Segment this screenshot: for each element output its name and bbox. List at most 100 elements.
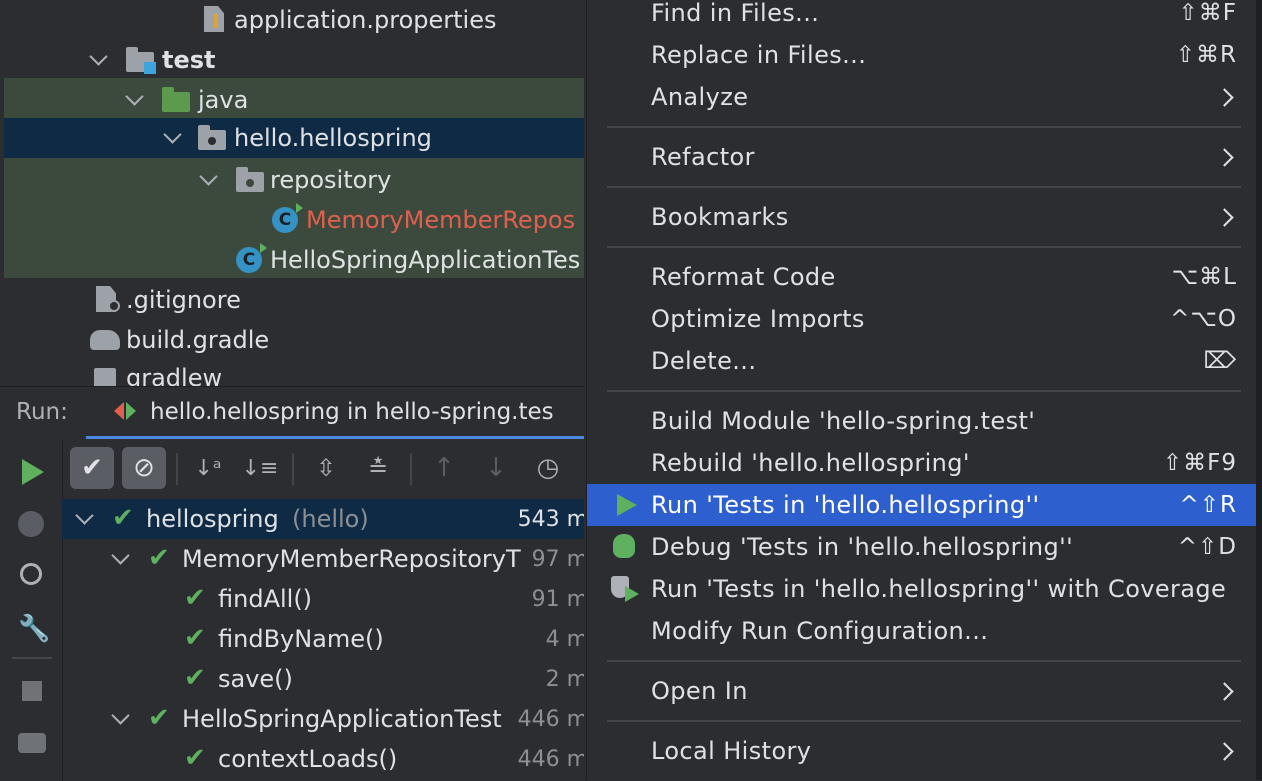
menu-item-label: Analyze	[651, 83, 749, 111]
menu-item-label: Build Module 'hello-spring.test'	[651, 407, 1036, 435]
sort-alpha-icon[interactable]: ↓ᵃ	[186, 447, 230, 489]
menu-item-bookmarks[interactable]: Bookmarks	[587, 196, 1257, 238]
properties-chart-icon	[214, 14, 218, 28]
menu-item-run-tests[interactable]: Run 'Tests in 'hello.hellospring'' ^⇧R	[587, 484, 1257, 526]
chevron-down-icon	[111, 546, 130, 565]
menu-separator	[607, 186, 1241, 188]
test-results-tree: ✔ hellospring (hello) 543 m ✔ MemoryMemb…	[0, 497, 584, 781]
tree-item-label: test	[162, 46, 216, 74]
menu-separator	[607, 720, 1241, 722]
menu-separator	[607, 126, 1241, 128]
test-tree-toolbar: ✔ ⊘ ↓ᵃ ↓≡ ⇳ ≛ ↑ ↓ ◷	[62, 439, 584, 497]
show-ignored-button[interactable]: ⊘	[122, 447, 166, 489]
tree-item-label: MemoryMemberRepos	[306, 206, 576, 234]
tree-item-repository[interactable]: repository	[4, 160, 584, 200]
previous-failed-icon[interactable]: ↑	[422, 447, 466, 489]
menu-item-local-history[interactable]: Local History	[587, 730, 1257, 772]
menu-item-modify-run-configuration[interactable]: Modify Run Configuration...	[587, 610, 1257, 652]
test-history-icon[interactable]: ◷	[526, 447, 570, 489]
tree-item-label: build.gradle	[126, 326, 270, 354]
chevron-down-icon	[89, 47, 108, 66]
expand-all-icon[interactable]: ⇳	[304, 447, 348, 489]
menu-item-label: Run 'Tests in 'hello.hellospring''	[651, 491, 1040, 519]
menu-item-reformat-code[interactable]: Reformat Code ⌥⌘L	[587, 256, 1257, 298]
menu-separator	[607, 660, 1241, 662]
package-dot-icon	[208, 137, 216, 145]
sort-duration-icon[interactable]: ↓≡	[238, 447, 282, 489]
menu-item-rebuild[interactable]: Rebuild 'hello.hellospring' ⇧⌘F9	[587, 442, 1257, 484]
run-tab[interactable]: hello.hellospring in hello-spring.tes	[86, 387, 584, 439]
menu-item-replace-in-files[interactable]: Replace in Files... ⇧⌘R	[587, 34, 1257, 76]
collapse-all-icon[interactable]: ≛	[356, 447, 400, 489]
menu-item-label: Debug 'Tests in 'hello.hellospring''	[651, 533, 1074, 561]
test-passed-icon: ✔	[112, 503, 134, 533]
menu-item-debug-tests[interactable]: Debug 'Tests in 'hello.hellospring'' ^⇧D	[587, 526, 1257, 568]
submenu-arrow-icon	[1215, 87, 1234, 107]
context-menu: Find in Files... ⇧⌘F Replace in Files...…	[586, 0, 1257, 780]
test-row-hello-spring-application-test[interactable]: ✔ HelloSpringApplicationTest 446 m	[62, 699, 584, 739]
chevron-down-icon	[125, 87, 144, 106]
test-name: HelloSpringApplicationTest	[182, 705, 502, 733]
test-passed-icon: ✔	[148, 543, 170, 573]
test-passed-icon: ✔	[184, 623, 206, 653]
gradle-elephant-icon	[90, 330, 120, 350]
editor-gutter-strip	[1256, 0, 1262, 780]
tree-item-application-properties[interactable]: application.properties	[4, 0, 584, 40]
rerun-icon[interactable]	[22, 459, 44, 485]
menu-item-label: Find in Files...	[651, 0, 820, 27]
tree-item-memory-member-repository-test[interactable]: C MemoryMemberRepos	[4, 200, 584, 240]
tree-item-label: .gitignore	[126, 286, 241, 314]
menu-item-run-with-coverage[interactable]: Run 'Tests in 'hello.hellospring'' with …	[587, 568, 1257, 610]
menu-item-label: Delete...	[651, 347, 757, 375]
test-duration: 2 m	[545, 666, 584, 692]
tree-item-hello-hellospring[interactable]: hello.hellospring	[4, 118, 584, 158]
next-failed-icon[interactable]: ↓	[474, 447, 518, 489]
toolbar-divider	[292, 453, 294, 485]
test-row-context-loads[interactable]: ✔ contextLoads() 446 m	[62, 739, 584, 779]
submenu-arrow-icon	[1215, 681, 1234, 701]
menu-item-label: Rebuild 'hello.hellospring'	[651, 449, 970, 477]
menu-separator	[607, 246, 1241, 248]
test-row-save[interactable]: ✔ save() 2 m	[62, 659, 584, 699]
test-passed-icon: ✔	[184, 663, 206, 693]
coverage-run-icon	[625, 586, 639, 602]
menu-item-delete[interactable]: Delete... ⌦	[587, 340, 1257, 382]
tree-item-label: HelloSpringApplicationTes	[270, 246, 581, 274]
tree-item-hello-spring-application-test[interactable]: C HelloSpringApplicationTes	[4, 240, 584, 280]
run-label: Run:	[16, 399, 68, 425]
menu-item-label: Reformat Code	[651, 263, 836, 291]
tree-item-test[interactable]: test	[4, 40, 584, 80]
test-row-hellospring[interactable]: ✔ hellospring (hello) 543 m	[62, 499, 584, 539]
menu-item-label: Optimize Imports	[651, 305, 865, 333]
tree-item-gradlew[interactable]: gradlew	[4, 360, 584, 386]
show-passed-button[interactable]: ✔	[70, 447, 114, 489]
menu-item-shortcut: ^⇧D	[1177, 534, 1237, 560]
menu-item-find-in-files[interactable]: Find in Files... ⇧⌘F	[587, 0, 1257, 34]
test-passed-icon: ✔	[184, 583, 206, 613]
test-suffix: (hello)	[292, 505, 369, 533]
submenu-arrow-icon	[1215, 207, 1234, 227]
menu-item-shortcut: ^⌥O	[1170, 306, 1237, 332]
menu-item-label: Refactor	[651, 143, 755, 171]
run-icon	[617, 494, 637, 516]
tree-item-java[interactable]: java	[4, 80, 584, 120]
tree-item-build-gradle[interactable]: build.gradle	[4, 320, 584, 360]
submenu-arrow-icon	[1215, 741, 1234, 761]
menu-item-open-in[interactable]: Open In	[587, 670, 1257, 712]
menu-item-label: Run 'Tests in 'hello.hellospring'' with …	[651, 575, 1227, 603]
menu-item-analyze[interactable]: Analyze	[587, 76, 1257, 118]
test-config-icon-right	[126, 402, 136, 420]
test-name: findAll()	[218, 585, 313, 613]
test-row-findall[interactable]: ✔ findAll() 91 m	[62, 579, 584, 619]
debug-bug-icon	[613, 534, 635, 558]
test-duration: 4 m	[545, 626, 584, 652]
test-marker-icon	[144, 62, 156, 74]
test-row-findbyname[interactable]: ✔ findByName() 4 m	[62, 619, 584, 659]
tree-item-gitignore[interactable]: .gitignore	[4, 280, 584, 320]
test-row-memory-member-repository-test[interactable]: ✔ MemoryMemberRepositoryT 97 m	[62, 539, 584, 579]
menu-item-refactor[interactable]: Refactor	[587, 136, 1257, 178]
test-passed-icon: ✔	[148, 703, 170, 733]
menu-item-build-module[interactable]: Build Module 'hello-spring.test'	[587, 400, 1257, 442]
test-class-icon: C	[236, 243, 267, 273]
menu-item-optimize-imports[interactable]: Optimize Imports ^⌥O	[587, 298, 1257, 340]
